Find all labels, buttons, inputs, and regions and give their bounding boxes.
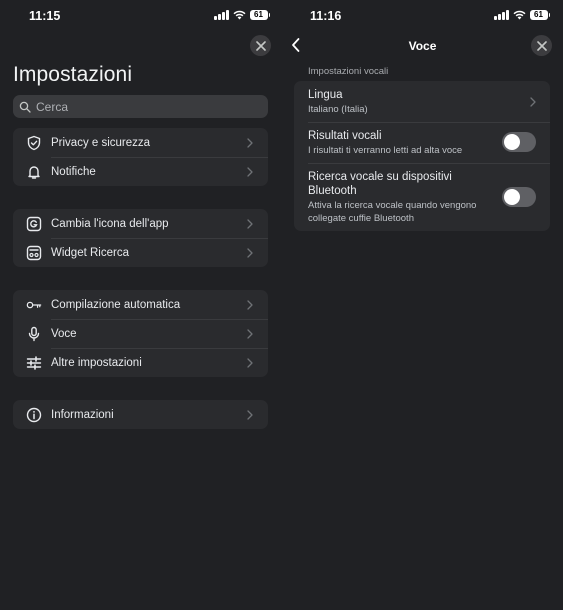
widget-icon (26, 245, 42, 261)
status-bar: 11:15 61 (0, 0, 282, 32)
language-row[interactable]: Lingua Italiano (Italia) (294, 81, 550, 122)
wifi-icon (233, 10, 245, 20)
close-button[interactable] (531, 35, 552, 56)
language-value: Italiano (Italia) (308, 104, 368, 115)
settings-item-notifications[interactable]: Notifiche (13, 157, 268, 186)
settings-item-label: Informazioni (51, 408, 114, 421)
sliders-icon (26, 355, 42, 371)
info-icon (26, 407, 42, 423)
settings-item-label: Voce (51, 327, 77, 340)
voice-results-title: Risultati vocali (308, 130, 382, 142)
chevron-right-icon (246, 166, 254, 177)
settings-item-change-icon[interactable]: Cambia l'icona dell'app (13, 209, 268, 238)
settings-item-label: Cambia l'icona dell'app (51, 217, 169, 230)
bluetooth-voice-title: Ricerca vocale su dispositivi Bluetooth (308, 171, 452, 197)
settings-item-search-widget[interactable]: Widget Ricerca (13, 238, 268, 267)
close-button[interactable] (250, 35, 271, 56)
status-icons: 61 (214, 10, 270, 20)
toggle-knob (504, 189, 520, 205)
cellular-signal-icon (214, 10, 229, 20)
settings-group-about: Informazioni (13, 400, 268, 429)
voice-results-toggle[interactable] (502, 132, 536, 152)
search-icon (19, 101, 31, 113)
battery-icon: 61 (249, 10, 270, 20)
language-title: Lingua (308, 89, 343, 101)
settings-item-voice[interactable]: Voce (13, 319, 268, 348)
settings-item-label: Compilazione automatica (51, 298, 181, 311)
shield-icon (26, 135, 42, 151)
chevron-right-icon (246, 247, 254, 258)
chevron-right-icon (246, 299, 254, 310)
cellular-signal-icon (494, 10, 509, 20)
status-icons: 61 (494, 10, 550, 20)
chevron-right-icon (246, 137, 254, 148)
settings-screen: 11:15 61 Impostazioni Cerca Privacy e si… (0, 0, 282, 610)
settings-item-label: Notifiche (51, 165, 96, 178)
google-g-icon (26, 216, 42, 232)
toggle-knob (504, 134, 520, 150)
settings-item-label: Altre impostazioni (51, 356, 142, 369)
chevron-right-icon (529, 97, 537, 107)
settings-item-privacy[interactable]: Privacy e sicurezza (13, 128, 268, 157)
settings-group-input: Compilazione automatica Voce Altre impos… (13, 290, 268, 377)
voice-settings-group: Lingua Italiano (Italia) Risultati vocal… (294, 81, 550, 231)
search-input[interactable]: Cerca (13, 95, 268, 118)
section-label: Impostazioni vocali (308, 66, 389, 77)
settings-item-label: Widget Ricerca (51, 246, 129, 259)
close-icon (255, 40, 266, 51)
status-time: 11:15 (29, 9, 61, 23)
chevron-right-icon (246, 328, 254, 339)
battery-icon: 61 (529, 10, 550, 20)
page-title: Voce (408, 39, 437, 53)
voice-results-subtitle: I risultati ti verranno letti ad alta vo… (308, 145, 463, 156)
chevron-right-icon (246, 357, 254, 368)
bluetooth-voice-row: Ricerca vocale su dispositivi Bluetooth … (294, 163, 550, 231)
settings-group-privacy: Privacy e sicurezza Notifiche (13, 128, 268, 186)
settings-item-about[interactable]: Informazioni (13, 400, 268, 429)
settings-item-other-settings[interactable]: Altre impostazioni (13, 348, 268, 377)
settings-item-autofill[interactable]: Compilazione automatica (13, 290, 268, 319)
settings-item-label: Privacy e sicurezza (51, 136, 151, 149)
search-placeholder: Cerca (36, 99, 69, 114)
chevron-right-icon (246, 218, 254, 229)
settings-group-app: Cambia l'icona dell'app Widget Ricerca (13, 209, 268, 267)
voice-settings-screen: 11:16 61 Voce Impostazioni vocali Lingua… (282, 0, 563, 610)
status-time: 11:16 (310, 9, 342, 23)
wifi-icon (513, 10, 525, 20)
page-title: Impostazioni (13, 63, 133, 86)
status-bar: 11:16 61 (282, 0, 563, 32)
voice-results-row: Risultati vocali I risultati ti verranno… (294, 122, 550, 163)
bluetooth-voice-subtitle: Attiva la ricerca vocale quando vengono … (308, 200, 477, 224)
chevron-right-icon (246, 409, 254, 420)
bluetooth-voice-toggle[interactable] (502, 187, 536, 207)
bell-icon (26, 164, 42, 180)
close-icon (536, 40, 547, 51)
key-icon (26, 297, 42, 313)
microphone-icon (26, 326, 42, 342)
